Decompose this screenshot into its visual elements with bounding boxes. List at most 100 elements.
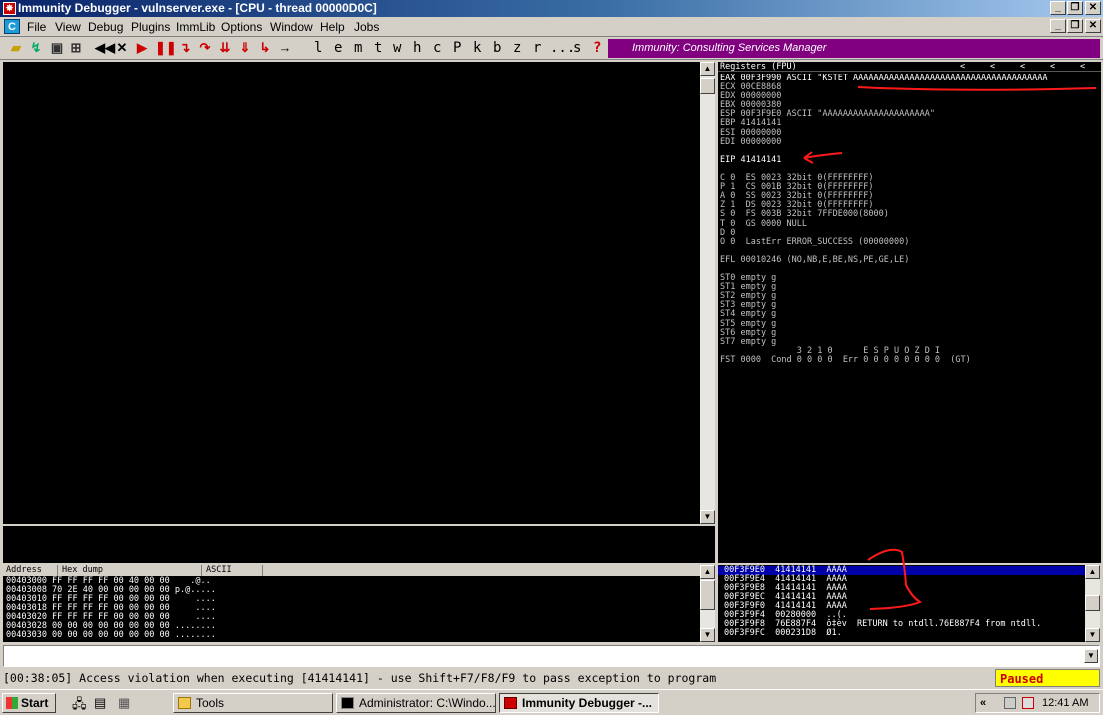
- register-line[interactable]: O 0 LastErr ERROR_SUCCESS (00000000): [720, 237, 1100, 247]
- step-back-icon[interactable]: ◀◀: [95, 40, 115, 56]
- scroll-up-arrow-icon[interactable]: ▲: [700, 62, 715, 76]
- attach-icon[interactable]: ⊞: [68, 40, 84, 56]
- register-arrow-icon[interactable]: <: [1050, 62, 1055, 72]
- register-line[interactable]: ST1 empty g: [720, 283, 1100, 292]
- stop-icon[interactable]: ✕: [115, 40, 129, 56]
- toolbar-log-l[interactable]: l: [314, 40, 322, 56]
- minimize-button[interactable]: _: [1050, 1, 1066, 15]
- toolbar-breakpoints-b[interactable]: b: [493, 40, 501, 56]
- execute-till-return-icon[interactable]: ↳: [258, 40, 272, 56]
- network-icon[interactable]: [1004, 697, 1016, 709]
- close-program-icon[interactable]: ▣: [49, 40, 65, 56]
- menu-jobs[interactable]: Jobs: [354, 20, 379, 34]
- dump-pane[interactable]: 00403000 FF FF FF FF 00 40 00 00 .@.. 004…: [3, 576, 700, 642]
- mdi-minimize-button[interactable]: _: [1050, 19, 1066, 33]
- scroll-down-arrow-icon[interactable]: ▼: [700, 510, 715, 524]
- register-line[interactable]: EFL 00010246 (NO,NB,E,BE,NS,PE,GE,LE): [720, 255, 1100, 265]
- scroll-thumb[interactable]: [700, 78, 715, 94]
- menu-view[interactable]: View: [55, 20, 81, 34]
- menu-file[interactable]: File: [27, 20, 46, 34]
- cpu-window-icon[interactable]: C: [4, 19, 20, 34]
- register-line[interactable]: ST2 empty g: [720, 292, 1100, 301]
- tray-expand-icon[interactable]: «: [980, 694, 986, 712]
- register-line[interactable]: EDI 00000000: [720, 137, 1100, 147]
- register-arrow-icon[interactable]: <: [960, 62, 965, 72]
- go-to-icon[interactable]: →: [278, 40, 292, 56]
- restart-icon[interactable]: ↯: [28, 40, 44, 56]
- menu-window[interactable]: Window: [270, 20, 313, 34]
- scroll-thumb[interactable]: [1085, 595, 1100, 611]
- scroll-down-arrow-icon[interactable]: ▼: [700, 628, 715, 642]
- command-dropdown-arrow-icon[interactable]: ▼: [1084, 649, 1098, 663]
- stack-row[interactable]: 00F3F9FC 000231D8 Ø1.: [718, 629, 1085, 638]
- stack-scrollbar[interactable]: ▲ ▼: [1085, 565, 1100, 642]
- toolbar-source-s[interactable]: s: [573, 40, 581, 56]
- toolbar-patches-p[interactable]: P: [453, 40, 461, 56]
- register-line[interactable]: [720, 265, 1100, 274]
- command-input[interactable]: ▼: [3, 645, 1100, 667]
- clock[interactable]: 12:41 AM: [1042, 694, 1088, 712]
- toolbar-windows-w[interactable]: w: [393, 40, 401, 56]
- pause-icon[interactable]: ❚❚: [155, 40, 177, 56]
- register-arrow-icon[interactable]: <: [1080, 62, 1085, 72]
- disassembly-scrollbar[interactable]: ▲ ▼: [700, 62, 715, 524]
- toolbar-executable-e[interactable]: e: [334, 40, 342, 56]
- toolbar-handles-h[interactable]: h: [413, 40, 421, 56]
- dump-scrollbar[interactable]: ▲ ▼: [700, 565, 715, 642]
- register-line[interactable]: ST4 empty g: [720, 310, 1100, 319]
- register-line[interactable]: EIP 41414141: [720, 155, 1100, 165]
- toolbar-z[interactable]: z: [513, 40, 521, 56]
- dump-col-ascii[interactable]: ASCII: [203, 565, 263, 576]
- immunity-app-icon[interactable]: ✸: [3, 2, 16, 15]
- step-into-icon[interactable]: ↴: [178, 40, 192, 56]
- mdi-close-button[interactable]: ✕: [1085, 19, 1101, 33]
- explorer-icon[interactable]: ▦: [118, 695, 130, 711]
- menu-help[interactable]: Help: [320, 20, 345, 34]
- toolbar-help-question[interactable]: ?: [593, 40, 601, 56]
- register-line[interactable]: ST5 empty g: [720, 319, 1100, 329]
- run-icon[interactable]: ▶: [136, 40, 148, 56]
- register-line[interactable]: ST3 empty g: [720, 301, 1100, 310]
- menu-debug[interactable]: Debug: [88, 20, 123, 34]
- toolbar-cpu-c[interactable]: c: [433, 40, 441, 56]
- scroll-up-arrow-icon[interactable]: ▲: [1085, 565, 1100, 579]
- toolbar-references-r[interactable]: r: [533, 40, 541, 56]
- step-over-icon[interactable]: ↷: [198, 40, 212, 56]
- server-manager-icon[interactable]: 🖧: [72, 695, 87, 715]
- start-button[interactable]: Start: [2, 693, 56, 713]
- action-center-icon[interactable]: [1022, 697, 1034, 709]
- consulting-banner[interactable]: Immunity: Consulting Services Manager: [608, 39, 1100, 58]
- open-folder-icon[interactable]: ▰: [8, 40, 24, 56]
- dump-col-address[interactable]: Address: [3, 565, 58, 576]
- restore-button[interactable]: ❐: [1067, 1, 1083, 15]
- toolbar-memory-m[interactable]: m: [354, 40, 362, 56]
- toolbar-run-trace-dots[interactable]: ...: [550, 40, 575, 56]
- trace-over-icon[interactable]: ⇓: [238, 40, 252, 56]
- close-button[interactable]: ✕: [1085, 1, 1101, 15]
- taskbar-item-tools[interactable]: Tools: [173, 693, 333, 713]
- register-line[interactable]: FST 0000 Cond 0 0 0 0 Err 0 0 0 0 0 0 0 …: [720, 355, 1100, 364]
- dump-row[interactable]: 00403030 00 00 00 00 00 00 00 00 .......…: [6, 631, 700, 640]
- trace-into-icon[interactable]: ⇊: [218, 40, 232, 56]
- taskbar-item-cmd[interactable]: Administrator: C:\Windo...: [336, 693, 496, 713]
- scroll-thumb[interactable]: [700, 580, 715, 610]
- registers-header[interactable]: Registers (FPU) < < < < <: [718, 62, 1101, 72]
- mdi-restore-button[interactable]: ❐: [1067, 19, 1083, 33]
- toolbar-callstack-k[interactable]: k: [473, 40, 481, 56]
- taskbar-item-immunity[interactable]: Immunity Debugger -...: [499, 693, 659, 713]
- menu-immlib[interactable]: ImmLib: [176, 20, 215, 34]
- menu-plugins[interactable]: Plugins: [131, 20, 170, 34]
- register-line[interactable]: ST0 empty g: [720, 273, 1100, 283]
- register-line[interactable]: ST6 empty g: [720, 328, 1100, 338]
- register-arrow-icon[interactable]: <: [990, 62, 995, 72]
- menu-options[interactable]: Options: [221, 20, 262, 34]
- dump-col-hexdump[interactable]: Hex dump: [59, 565, 202, 576]
- register-arrow-icon[interactable]: <: [1020, 62, 1025, 72]
- register-line[interactable]: T 0 GS 0000 NULL: [720, 219, 1100, 229]
- disassembly-pane[interactable]: [3, 62, 700, 524]
- stack-pane[interactable]: 00F3F9E0 41414141 AAAA 00F3F9E4 41414141 …: [718, 565, 1085, 642]
- powershell-icon[interactable]: ▤: [94, 695, 106, 711]
- scroll-down-arrow-icon[interactable]: ▼: [1085, 628, 1100, 642]
- toolbar-threads-t[interactable]: t: [374, 40, 382, 56]
- scroll-up-arrow-icon[interactable]: ▲: [700, 565, 715, 579]
